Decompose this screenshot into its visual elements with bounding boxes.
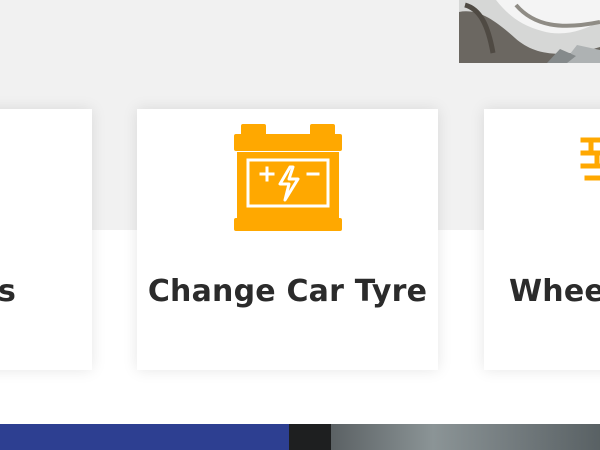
dark-banner-panel bbox=[289, 424, 331, 450]
service-title: Wheel bbox=[509, 274, 600, 309]
service-title: Change Car Tyre bbox=[147, 274, 428, 309]
service-card-change-car-tyre[interactable]: Change Car Tyre bbox=[137, 109, 438, 370]
service-card[interactable]: s bbox=[0, 109, 92, 370]
battery-icon bbox=[234, 124, 342, 231]
workshop-photo bbox=[331, 424, 600, 450]
service-card-wheel[interactable]: Wheel bbox=[484, 109, 600, 370]
blue-banner-panel bbox=[0, 424, 289, 450]
car-service-photo bbox=[459, 0, 600, 63]
service-title: s bbox=[0, 274, 17, 309]
wheel-alignment-icon bbox=[580, 135, 600, 187]
service-page: s Change Car Tyre Wheel bbox=[0, 0, 600, 450]
next-section-banner bbox=[0, 424, 600, 450]
